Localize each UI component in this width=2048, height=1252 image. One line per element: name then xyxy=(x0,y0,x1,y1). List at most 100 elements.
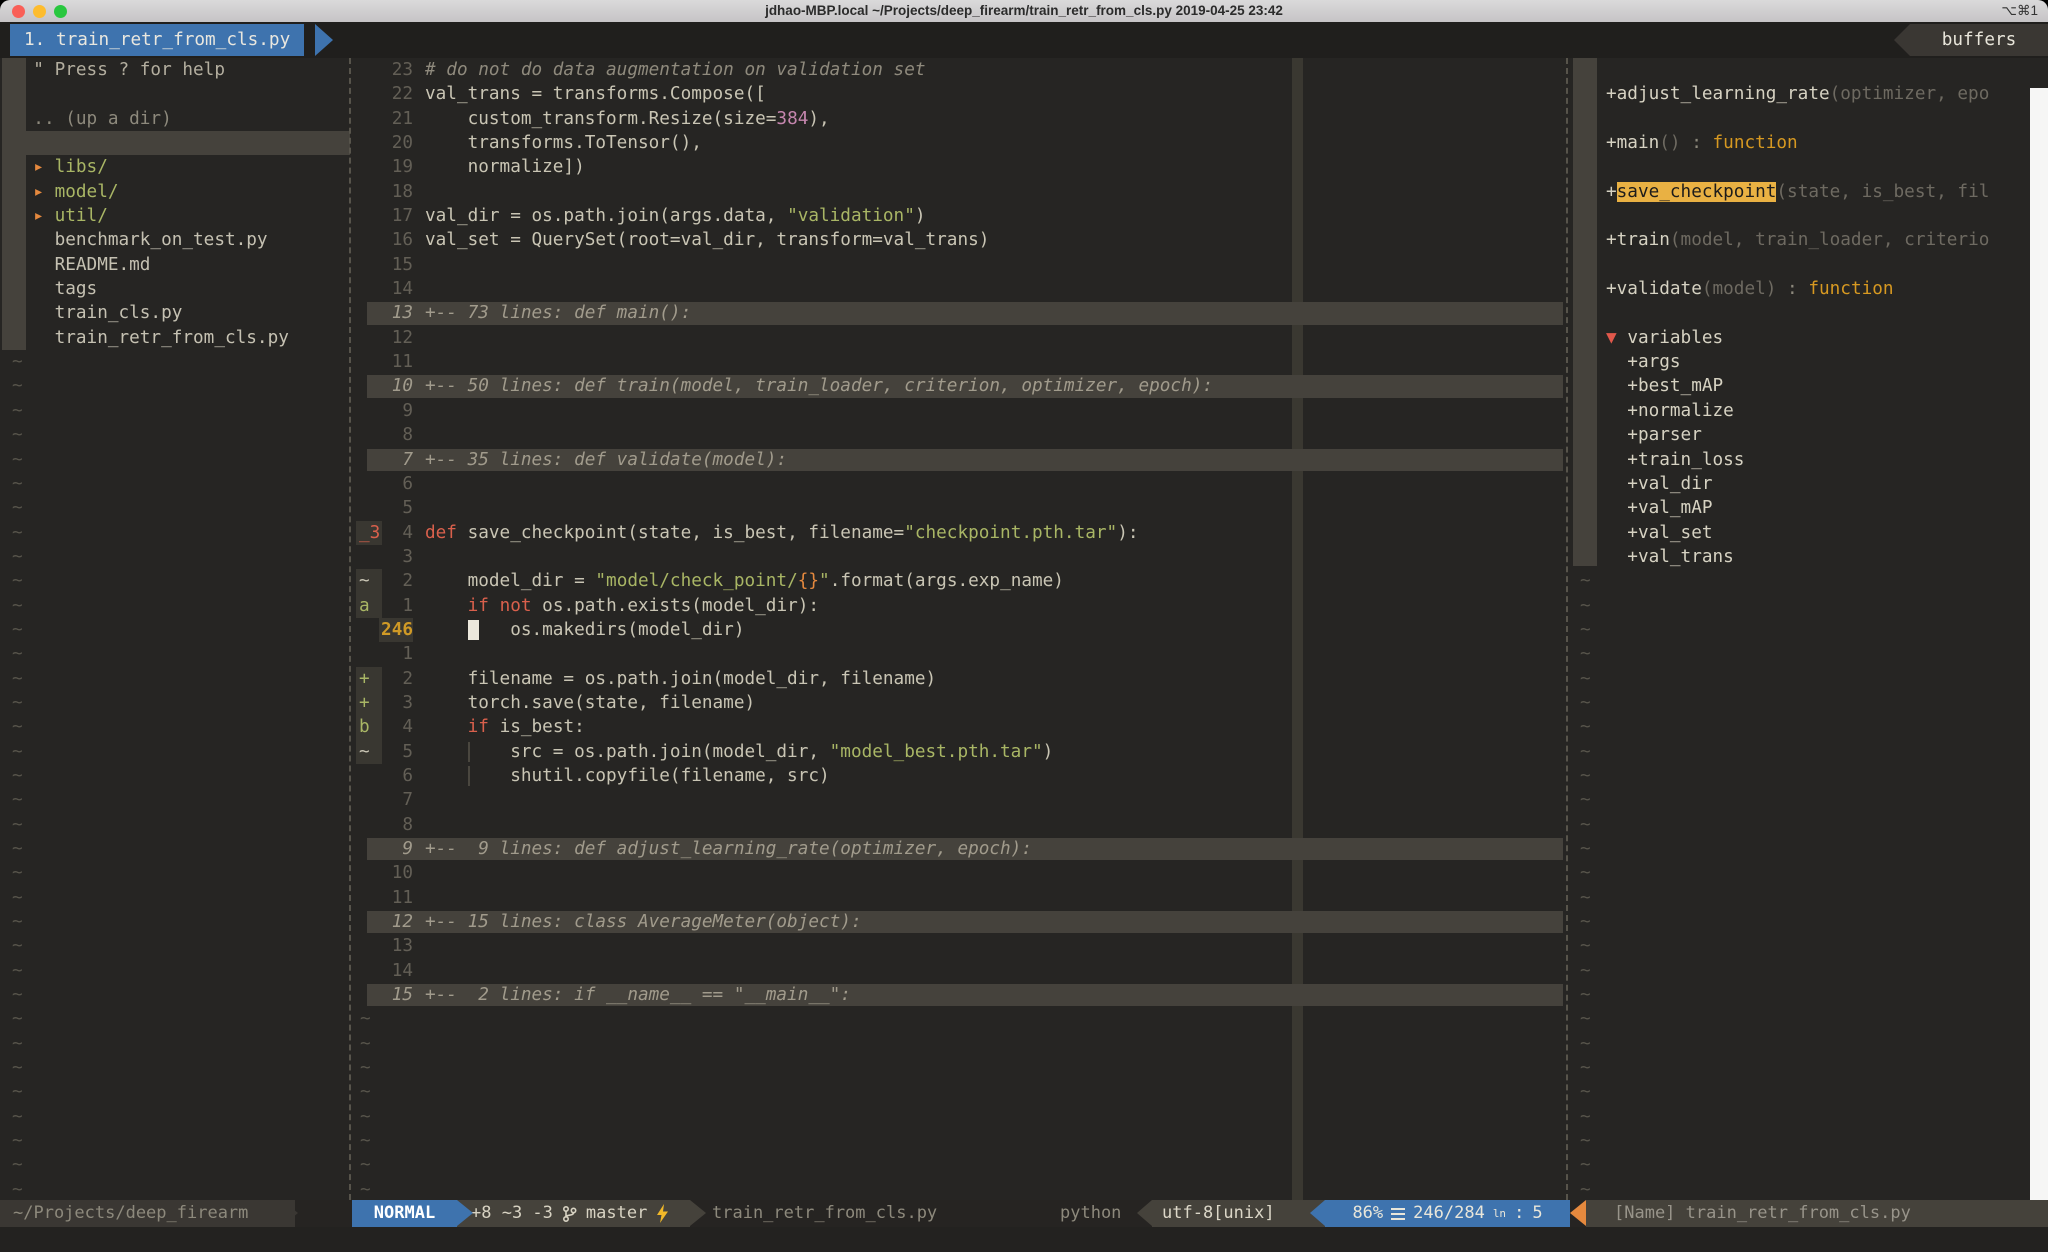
code-line[interactable]: 23# do not do data augmentation on valid… xyxy=(356,58,1566,82)
code-editor[interactable]: 23# do not do data augmentation on valid… xyxy=(356,58,1566,1200)
line-number: 21 xyxy=(379,107,413,131)
tag-best-mAP[interactable]: +best_mAP xyxy=(1572,374,2030,398)
code-line[interactable]: 12 xyxy=(356,326,1566,350)
window-separator-left[interactable] xyxy=(349,58,351,1200)
tag-args[interactable]: +args xyxy=(1572,350,2030,374)
tag-parser[interactable]: +parser xyxy=(1572,423,2030,447)
code-line[interactable]: 16val_set = QuerySet(root=val_dir, trans… xyxy=(356,228,1566,252)
code-line[interactable]: 17val_dir = os.path.join(args.data, "val… xyxy=(356,204,1566,228)
close-button[interactable] xyxy=(12,5,25,18)
tagbar-panel[interactable]: +adjust_learning_rate(optimizer, epo> +ma… xyxy=(1572,58,2030,1200)
window-scrollbar[interactable] xyxy=(2030,88,2048,1252)
code-line[interactable]: b 4 if is_best: xyxy=(356,715,1566,739)
code-line[interactable]: 10+-- 50 lines: def train(model, train_l… xyxy=(356,374,1566,398)
code-line[interactable]: 22val_trans = transforms.Compose([ xyxy=(356,82,1566,106)
tree-dir-util[interactable]: ▸ util/ xyxy=(0,204,350,228)
code-line[interactable]: 9+-- 9 lines: def adjust_learning_rate(o… xyxy=(356,837,1566,861)
statusline-cwd: ~/Projects/deep_firearm xyxy=(0,1200,295,1227)
code-line[interactable]: 7+-- 35 lines: def validate(model): xyxy=(356,448,1566,472)
code-line[interactable]: 18 xyxy=(356,180,1566,204)
code-line[interactable]: 8 xyxy=(356,423,1566,447)
vim-command-line[interactable] xyxy=(0,1227,2048,1252)
code-line[interactable]: 21 custom_transform.Resize(size=384), xyxy=(356,107,1566,131)
powerline-arrow-orange xyxy=(1570,1200,1586,1226)
tree-up-dir[interactable]: .. (up a dir) xyxy=(0,107,350,131)
code-line[interactable]: a 1 if not os.path.exists(model_dir): xyxy=(356,594,1566,618)
tag-adjust-learning-rate[interactable]: +adjust_learning_rate(optimizer, epo> xyxy=(1572,82,2030,106)
code-line[interactable]: 20 transforms.ToTensor(), xyxy=(356,131,1566,155)
code-line[interactable]: 7 xyxy=(356,788,1566,812)
line-number: 14 xyxy=(379,277,413,301)
tree-file[interactable]: README.md xyxy=(0,253,350,277)
tree-file[interactable]: tags xyxy=(0,277,350,301)
code-line[interactable]: 1 xyxy=(356,642,1566,666)
vim-mode-indicator: NORMAL xyxy=(352,1200,457,1227)
code-line[interactable]: 15+-- 2 lines: if __name__ == "__main__"… xyxy=(356,983,1566,1007)
text-segment: ~ xyxy=(1580,912,1591,932)
code-line[interactable]: 14 xyxy=(356,277,1566,301)
text-segment: ~ xyxy=(360,1034,371,1054)
buffer-tab-1[interactable]: 1. train_retr_from_cls.py xyxy=(10,24,304,56)
text-segment: ~ xyxy=(12,1107,23,1127)
tree-file[interactable]: benchmark_on_test.py xyxy=(0,228,350,252)
code-line[interactable]: 19 normalize]) xyxy=(356,155,1566,179)
text-segment: ~ xyxy=(360,1058,371,1078)
tree-file[interactable]: train_cls.py xyxy=(0,301,350,325)
code-line[interactable]: 13 xyxy=(356,934,1566,958)
code-line[interactable]: 11 xyxy=(356,350,1566,374)
tag-normalize[interactable]: +normalize xyxy=(1572,399,2030,423)
text-segment: ~ xyxy=(12,742,23,762)
code-line[interactable]: 246 os.makedirs(model_dir) xyxy=(356,618,1566,642)
filler-tilde: ~ xyxy=(356,1032,1566,1056)
window-separator-right[interactable] xyxy=(1566,58,1568,1200)
tag-validate[interactable]: +validate(model) : function xyxy=(1572,277,2030,301)
line-number: 7 xyxy=(379,788,413,812)
tree-file[interactable]: train_retr_from_cls.py xyxy=(0,326,350,350)
tree-root[interactable]: </jdhao/Projects/deep_firear> xyxy=(0,131,350,155)
tree-dir-libs[interactable]: ▸ libs/ xyxy=(0,155,350,179)
code-line[interactable]: ~ 5 src = os.path.join(model_dir, "model… xyxy=(356,740,1566,764)
selected-row-highlight xyxy=(26,131,350,155)
tree-dir-model[interactable]: ▸ model/ xyxy=(0,180,350,204)
filler-tilde: ~ xyxy=(1572,983,2030,1007)
code-line[interactable]: 9 xyxy=(356,399,1566,423)
code-line[interactable]: _3 4def save_checkpoint(state, is_best, … xyxy=(356,521,1566,545)
line-number: 3 xyxy=(379,545,413,569)
statusline-position: 86% 246/284 ln : 5 xyxy=(1325,1200,1570,1227)
tag-val-dir[interactable]: +val_dir xyxy=(1572,472,2030,496)
window-shortcut-badge: ⌥⌘1 xyxy=(2001,0,2038,22)
code-line[interactable]: + 3 torch.save(state, filename) xyxy=(356,691,1566,715)
code-line[interactable]: 12+-- 15 lines: class AverageMeter(objec… xyxy=(356,910,1566,934)
tag-group-variables[interactable]: ▼ variables xyxy=(1572,326,2030,350)
code-line[interactable]: 15 xyxy=(356,253,1566,277)
code-line[interactable]: 5 xyxy=(356,496,1566,520)
minimize-button[interactable] xyxy=(33,5,46,18)
nerdtree-panel[interactable]: " Press ? for help .. (up a dir) </jdhao… xyxy=(0,58,350,1200)
code-line[interactable]: 6 xyxy=(356,472,1566,496)
tag-train-loss[interactable]: +train_loss xyxy=(1572,448,2030,472)
tag-val-mAP[interactable]: +val_mAP xyxy=(1572,496,2030,520)
code-line[interactable]: 13+-- 73 lines: def main(): xyxy=(356,301,1566,325)
code-line[interactable]: ~ 2 model_dir = "model/check_point/{}".f… xyxy=(356,569,1566,593)
filler-tilde: ~ xyxy=(0,521,350,545)
tag-save-checkpoint[interactable]: +save_checkpoint(state, is_best, fil> xyxy=(1572,180,2030,204)
text-segment: ~ xyxy=(12,425,23,445)
zoom-button[interactable] xyxy=(54,5,67,18)
lines-icon xyxy=(1391,1208,1405,1220)
code-line[interactable]: 6 shutil.copyfile(filename, src) xyxy=(356,764,1566,788)
code-line[interactable]: 3 xyxy=(356,545,1566,569)
tag-val-set[interactable]: +val_set xyxy=(1572,521,2030,545)
lightning-icon xyxy=(656,1204,669,1223)
tag-val-trans[interactable]: +val_trans xyxy=(1572,545,2030,569)
text-segment: ~ xyxy=(12,474,23,494)
code-line[interactable]: 10 xyxy=(356,861,1566,885)
filler-tilde: ~ xyxy=(0,934,350,958)
tag-main[interactable]: +main() : function xyxy=(1572,131,2030,155)
text-segment: save_checkpoint(state, is_best, filename… xyxy=(457,523,904,543)
code-line[interactable]: 11 xyxy=(356,886,1566,910)
code-line[interactable]: 14 xyxy=(356,959,1566,983)
tag-train[interactable]: +train(model, train_loader, criterio> xyxy=(1572,228,2030,252)
text-segment: ~ xyxy=(1580,1009,1591,1029)
code-line[interactable]: + 2 filename = os.path.join(model_dir, f… xyxy=(356,667,1566,691)
code-line[interactable]: 8 xyxy=(356,813,1566,837)
